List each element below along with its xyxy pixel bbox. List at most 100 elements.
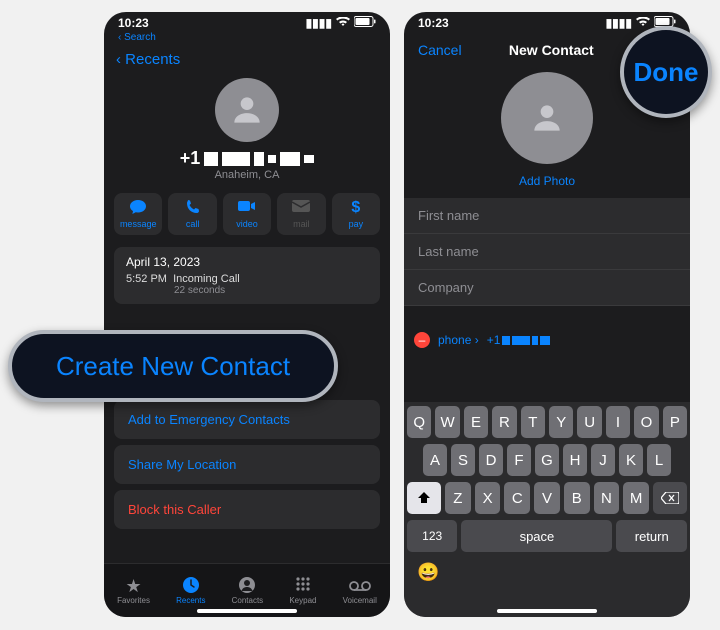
phone-type-selector[interactable]: phone › [438,333,479,347]
tab-favorites[interactable]: ★ Favorites [117,576,150,605]
back-to-search[interactable]: ‹ Search [104,32,390,45]
key-q[interactable]: Q [407,406,431,438]
message-button[interactable]: message [114,193,162,235]
key-t[interactable]: T [521,406,545,438]
key-l[interactable]: L [647,444,671,476]
key-p[interactable]: P [663,406,687,438]
key-d[interactable]: D [479,444,503,476]
keyboard-row-4: 123 space return [407,520,687,552]
back-button[interactable]: ‹ Recents [116,51,180,68]
message-icon [116,199,160,217]
contact-phone-number: +1 [104,148,390,169]
battery-icon [354,16,376,30]
home-indicator[interactable] [497,609,597,613]
company-field[interactable]: Company [404,270,690,306]
redacted [222,152,250,166]
key-e[interactable]: E [464,406,488,438]
tab-voicemail[interactable]: Voicemail [343,576,377,605]
call-button[interactable]: call [168,193,216,235]
key-c[interactable]: C [504,482,530,514]
key-g[interactable]: G [535,444,559,476]
share-location-button[interactable]: Share My Location [114,445,380,484]
mail-button: mail [277,193,325,235]
key-z[interactable]: Z [445,482,471,514]
phone-recents-detail: 10:23 ▮▮▮▮ ‹ Search ‹ Recents +1 [104,12,390,617]
delete-key[interactable] [653,482,687,514]
tab-keypad[interactable]: Keypad [289,576,316,605]
block-caller-button[interactable]: Block this Caller [114,490,380,529]
video-button[interactable]: video [223,193,271,235]
redacted [254,152,264,166]
mail-icon [279,199,323,217]
redacted [304,155,314,163]
callout-create-new-contact: Create New Contact [8,330,338,402]
key-w[interactable]: W [435,406,459,438]
key-r[interactable]: R [492,406,516,438]
numbers-key[interactable]: 123 [407,520,457,552]
keypad-icon [289,576,316,596]
wifi-icon [336,16,350,30]
star-icon: ★ [117,576,150,596]
pay-button[interactable]: $ pay [332,193,380,235]
callout-done: Done [620,26,712,118]
status-indicators: ▮▮▮▮ [306,16,376,30]
keyboard-row-2: ASDFGHJKL [407,444,687,476]
status-time: 10:23 [118,16,149,30]
key-x[interactable]: X [475,482,501,514]
key-y[interactable]: Y [549,406,573,438]
key-v[interactable]: V [534,482,560,514]
keyboard-bottom-row: 😀 [407,558,687,583]
call-log-card: April 13, 2023 5:52 PM Incoming Call 22 … [114,247,380,304]
key-u[interactable]: U [577,406,601,438]
key-f[interactable]: F [507,444,531,476]
video-icon [225,199,269,217]
phone-value[interactable]: +1 [487,333,551,347]
avatar-placeholder-icon[interactable] [501,72,593,164]
space-key[interactable]: space [461,520,612,552]
redacted [280,152,300,166]
contact-location: Anaheim, CA [104,169,390,181]
key-o[interactable]: O [634,406,658,438]
wifi-icon [636,16,650,30]
voicemail-icon [343,576,377,596]
signal-icon: ▮▮▮▮ [606,16,632,30]
keyboard-row-3: ZXCVBNM [407,482,687,514]
shift-key[interactable] [407,482,441,514]
call-log-entry: 5:52 PM Incoming Call [126,273,368,285]
key-b[interactable]: B [564,482,590,514]
emoji-key[interactable]: 😀 [417,562,439,583]
add-photo-button[interactable]: Add Photo [404,170,690,198]
phone-icon [170,199,214,217]
name-fields: First name Last name Company [404,198,690,306]
key-a[interactable]: A [423,444,447,476]
key-n[interactable]: N [594,482,620,514]
key-m[interactable]: M [623,482,649,514]
home-indicator[interactable] [197,609,297,613]
status-bar: 10:23 ▮▮▮▮ [104,12,390,32]
tab-bar: ★ Favorites Recents Contacts Keypad Vo [104,563,390,617]
person-circle-icon [232,576,264,596]
signal-icon: ▮▮▮▮ [306,16,332,30]
key-k[interactable]: K [619,444,643,476]
phone-entry-row[interactable]: – phone › +1 [404,324,690,356]
key-h[interactable]: H [563,444,587,476]
clock-icon [176,576,205,596]
status-time: 10:23 [418,16,449,30]
remove-field-icon[interactable]: – [414,332,430,348]
pay-icon: $ [334,199,378,217]
tab-contacts[interactable]: Contacts [232,576,264,605]
key-j[interactable]: J [591,444,615,476]
key-s[interactable]: S [451,444,475,476]
call-log-duration: 22 seconds [174,285,368,296]
keyboard-row-1: QWERTYUIOP [407,406,687,438]
last-name-field[interactable]: Last name [404,234,690,270]
key-i[interactable]: I [606,406,630,438]
cancel-button[interactable]: Cancel [418,42,462,58]
first-name-field[interactable]: First name [404,198,690,234]
tab-recents[interactable]: Recents [176,576,205,605]
return-key[interactable]: return [616,520,687,552]
contact-actions-row: message call video mail $ pay [104,187,390,241]
add-emergency-button[interactable]: Add to Emergency Contacts [114,400,380,439]
keyboard: QWERTYUIOP ASDFGHJKL ZXCVBNM 123 space r… [404,402,690,617]
nav-title: New Contact [509,42,594,58]
